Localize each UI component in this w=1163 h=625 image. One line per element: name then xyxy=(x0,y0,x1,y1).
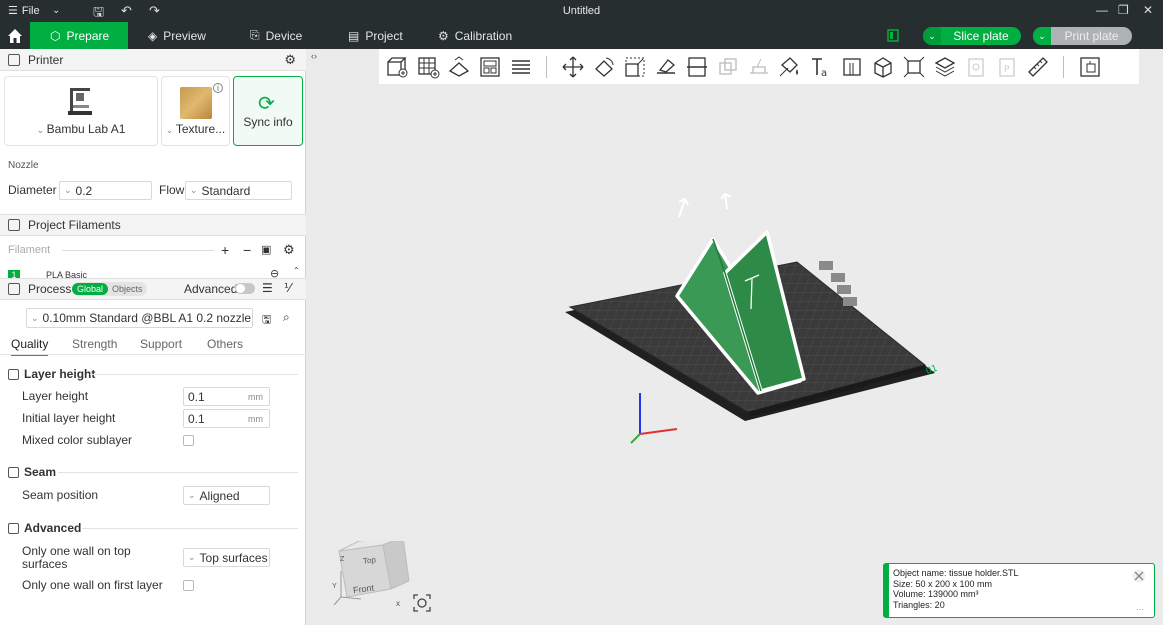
sidebar: Printer ⚙ ⌄ Bambu Lab A1 i ⌄ Texture... … xyxy=(0,49,306,625)
scroll-arrows-icon[interactable]: ⌃ xyxy=(293,267,300,275)
divider xyxy=(62,250,214,251)
process-section-header: Process xyxy=(0,278,306,300)
resize-handle-icon[interactable]: ⋯ xyxy=(1136,605,1144,616)
chevron-down-icon[interactable]: ⌄ xyxy=(1033,27,1051,45)
layers-icon: ◈ xyxy=(148,28,158,43)
group-advanced: Advanced xyxy=(8,521,81,535)
minimize-icon[interactable]: — xyxy=(1096,3,1108,17)
printer-icon xyxy=(8,53,20,66)
chevron-down-icon: ⌄ xyxy=(31,312,39,323)
info-icon[interactable]: i xyxy=(213,83,223,93)
home-icon[interactable] xyxy=(6,27,24,45)
group-layer-height: Layer height xyxy=(8,367,95,381)
plate-status-icon[interactable] xyxy=(887,29,899,42)
divider xyxy=(0,354,306,355)
mixed-color-checkbox[interactable] xyxy=(183,435,194,446)
add-filament-icon[interactable]: + xyxy=(221,242,229,258)
layer-icon xyxy=(8,368,19,380)
tab-calibration[interactable]: ⚙ Calibration xyxy=(438,22,512,49)
sync-icon: ⟳ xyxy=(258,93,275,115)
title-bar: ☰ File ⌄ 🖫 ↶ ↷ Untitled — ❐ ✕ xyxy=(0,0,1163,22)
global-objects-switch[interactable]: Global Objects xyxy=(72,282,147,296)
window-title: Untitled xyxy=(562,5,601,17)
gear-icon: ⚙ xyxy=(438,28,449,43)
filament-icon xyxy=(8,219,20,231)
save-preset-icon[interactable]: 🖫 xyxy=(262,311,271,330)
build-plate-scene[interactable]: 01 xyxy=(307,49,1163,625)
chevron-down-icon: ⌄ xyxy=(188,552,196,562)
chevron-down-icon: ⌄ xyxy=(64,185,72,195)
printer-card[interactable]: ⌄ Bambu Lab A1 xyxy=(4,76,158,146)
search-icon[interactable]: ⌕ xyxy=(283,310,290,325)
main-nav: ⬡ Prepare ◈ Preview ⎘ Device ▤ Project ⚙… xyxy=(0,22,1163,49)
tab-preview[interactable]: ◈ Preview xyxy=(148,22,206,49)
sync-info-button[interactable]: ⟳ Sync info xyxy=(233,76,303,146)
camera-fit-icon[interactable] xyxy=(413,594,431,612)
axes-origin xyxy=(630,393,678,444)
printer-icon xyxy=(68,88,92,115)
compare-icon[interactable]: ⅟ xyxy=(284,281,291,295)
view-cube[interactable]: Top Front Z x Y xyxy=(321,536,411,613)
chevron-down-icon[interactable]: ⌄ xyxy=(923,27,941,45)
close-icon[interactable]: ✕ xyxy=(1143,3,1153,17)
process-preset-select[interactable]: ⌄ 0.10mm Standard @BBL A1 0.2 nozzle xyxy=(26,308,253,328)
filament-sync-icon[interactable]: ▣ xyxy=(261,243,271,256)
advanced-icon xyxy=(8,522,19,534)
advanced-toggle[interactable] xyxy=(235,283,255,294)
tab-others[interactable]: Others xyxy=(207,337,243,351)
plate-number: 01 xyxy=(925,364,939,377)
plate-card[interactable]: i ⌄ Texture... xyxy=(161,76,230,146)
process-icon xyxy=(8,283,20,295)
gear-icon[interactable]: ⚙ xyxy=(283,242,295,258)
print-plate-button[interactable]: ⌄ Print plate xyxy=(1033,27,1132,45)
flow-select[interactable]: ⌄ Standard xyxy=(185,181,292,200)
tab-prepare[interactable]: ⬡ Prepare xyxy=(30,22,128,49)
device-icon: ⎘ xyxy=(250,28,260,42)
filaments-section-header[interactable]: Project Filaments xyxy=(0,214,306,236)
seam-position-select[interactable]: ⌄ Aligned xyxy=(183,486,270,505)
chevron-down-icon: ⌄ xyxy=(190,185,198,195)
slice-plate-button[interactable]: ⌄ Slice plate xyxy=(923,27,1021,45)
printer-section-header[interactable]: Printer ⚙ xyxy=(0,49,306,71)
cube-icon: ⬡ xyxy=(50,28,61,43)
diameter-select[interactable]: ⌄ 0.2 xyxy=(59,181,152,200)
3d-canvas[interactable]: ‹› a P 01 Top Front Z x Y Object name: t… xyxy=(307,49,1163,625)
chevron-down-icon: ⌄ xyxy=(188,490,196,500)
list-icon[interactable]: ☰ xyxy=(262,281,273,295)
rotate-handles[interactable] xyxy=(678,192,732,218)
one-wall-top-select[interactable]: ⌄ Top surfaces xyxy=(183,548,270,567)
project-icon: ▤ xyxy=(348,28,360,43)
object-info-panel: Object name: tissue holder.STL Size: 50 … xyxy=(883,563,1155,618)
initial-layer-height-input[interactable]: 0.1 mm xyxy=(183,409,270,428)
remove-filament-icon[interactable]: − xyxy=(243,242,251,258)
restore-icon[interactable]: ❐ xyxy=(1118,3,1129,17)
gear-icon[interactable]: ⚙ xyxy=(284,52,296,68)
one-wall-first-checkbox[interactable] xyxy=(183,580,194,591)
tab-device[interactable]: ⎘ Device xyxy=(250,22,302,49)
tab-strength[interactable]: Strength xyxy=(72,337,117,351)
close-icon[interactable] xyxy=(1132,569,1146,583)
seam-icon xyxy=(8,466,19,478)
tab-support[interactable]: Support xyxy=(140,337,182,351)
tab-project[interactable]: ▤ Project xyxy=(348,22,403,49)
layer-height-input[interactable]: 0.1 mm xyxy=(183,387,270,406)
textured-plate-icon xyxy=(180,87,212,119)
group-seam: Seam xyxy=(8,465,56,479)
